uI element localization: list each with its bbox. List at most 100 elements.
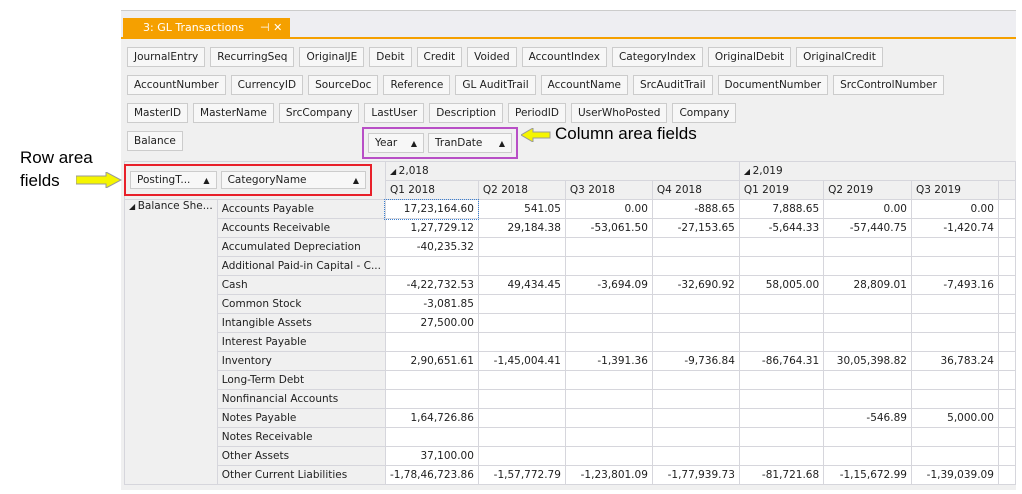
cell[interactable]	[477, 256, 566, 276]
cell[interactable]	[823, 446, 912, 466]
row-header[interactable]: Notes Receivable	[216, 427, 386, 447]
cell[interactable]	[997, 389, 1016, 409]
cell[interactable]	[651, 446, 740, 466]
cell[interactable]	[564, 427, 653, 447]
cell[interactable]: -3,081.85	[384, 294, 479, 314]
cell[interactable]	[651, 370, 740, 390]
cell[interactable]: 49,434.45	[477, 275, 566, 295]
cell[interactable]	[910, 294, 999, 314]
cell[interactable]: 29,184.38	[477, 218, 566, 238]
field-button[interactable]: CategoryName ▲	[220, 171, 366, 189]
sort-ascending-icon[interactable]: ▲	[411, 139, 417, 148]
cell[interactable]	[477, 389, 566, 409]
cell[interactable]: -7,493.16	[910, 275, 999, 295]
cell[interactable]	[384, 427, 479, 447]
cell[interactable]: 1,27,729.12	[384, 218, 479, 238]
cell[interactable]	[564, 237, 653, 257]
pin-icon[interactable]: ⊣	[260, 21, 270, 34]
cell[interactable]	[823, 237, 912, 257]
field-button[interactable]: Company	[672, 103, 737, 123]
row-header[interactable]: Other Assets	[216, 446, 386, 466]
field-button[interactable]: SrcAuditTrail	[633, 75, 713, 95]
row-header[interactable]: Inventory	[216, 351, 386, 371]
row-header[interactable]: Long-Term Debt	[216, 370, 386, 390]
cell[interactable]: -1,39,039.09	[910, 465, 999, 485]
field-button[interactable]: JournalEntry	[127, 47, 206, 67]
cell[interactable]	[651, 237, 740, 257]
cell[interactable]	[823, 294, 912, 314]
cell[interactable]: -40,235.32	[384, 237, 479, 257]
cell[interactable]	[910, 332, 999, 352]
field-button[interactable]: Year ▲	[368, 133, 424, 153]
collapse-icon[interactable]: ◢	[129, 202, 138, 211]
field-button[interactable]: UserWhoPosted	[570, 103, 668, 123]
field-button[interactable]: SourceDoc	[308, 75, 379, 95]
collapse-icon[interactable]: ◢	[744, 167, 753, 176]
cell[interactable]	[564, 389, 653, 409]
field-button[interactable]: AccountNumber	[127, 75, 226, 95]
cell[interactable]	[384, 332, 479, 352]
column-header[interactable]: Q3 2018	[564, 180, 653, 200]
field-button[interactable]: AccountIndex	[521, 47, 607, 67]
cell[interactable]	[997, 332, 1016, 352]
cell[interactable]	[564, 408, 653, 428]
cell[interactable]	[997, 199, 1016, 219]
cell[interactable]: 0.00	[564, 199, 653, 219]
cell[interactable]	[910, 389, 999, 409]
column-header[interactable]: Q4 2018	[651, 180, 740, 200]
cell[interactable]	[997, 446, 1016, 466]
row-group-header[interactable]: ◢ Balance She...	[124, 199, 218, 485]
cell[interactable]	[738, 237, 825, 257]
field-button[interactable]: PostingT... ▲	[130, 171, 217, 189]
cell[interactable]: 37,100.00	[384, 446, 479, 466]
cell[interactable]	[651, 332, 740, 352]
cell[interactable]: -27,153.65	[651, 218, 740, 238]
cell[interactable]: -5,644.33	[738, 218, 825, 238]
row-header[interactable]: Intangible Assets	[216, 313, 386, 333]
field-button[interactable]: OriginalCredit	[796, 47, 883, 67]
collapse-icon[interactable]: ◢	[390, 167, 399, 176]
column-header[interactable]: Q2 2019	[823, 180, 912, 200]
row-header[interactable]: Cash	[216, 275, 386, 295]
cell[interactable]: 0.00	[910, 199, 999, 219]
cell[interactable]: -3,694.09	[564, 275, 653, 295]
cell[interactable]: -86,764.31	[738, 351, 825, 371]
field-button[interactable]: MasterID	[127, 103, 189, 123]
cell[interactable]	[564, 256, 653, 276]
cell[interactable]: -53,061.50	[564, 218, 653, 238]
cell[interactable]	[477, 313, 566, 333]
cell[interactable]: 58,005.00	[738, 275, 825, 295]
cell[interactable]: -81,721.68	[738, 465, 825, 485]
cell[interactable]	[823, 370, 912, 390]
cell[interactable]	[823, 256, 912, 276]
cell[interactable]	[997, 237, 1016, 257]
field-button[interactable]: GL AuditTrail	[455, 75, 536, 95]
cell[interactable]: -57,440.75	[823, 218, 912, 238]
field-button[interactable]: TranDate ▲	[428, 133, 512, 153]
sort-ascending-icon[interactable]: ▲	[499, 139, 505, 148]
cell[interactable]: 7,888.65	[738, 199, 825, 219]
cell[interactable]: -1,57,772.79	[477, 465, 566, 485]
cell[interactable]	[910, 237, 999, 257]
field-button[interactable]: CategoryIndex	[611, 47, 703, 67]
cell[interactable]: -32,690.92	[651, 275, 740, 295]
cell[interactable]	[738, 313, 825, 333]
cell[interactable]: -888.65	[651, 199, 740, 219]
cell[interactable]: -1,391.36	[564, 351, 653, 371]
cell[interactable]	[997, 465, 1016, 485]
cell[interactable]	[564, 332, 653, 352]
field-button[interactable]: Reference	[383, 75, 451, 95]
cell[interactable]: -546.89	[823, 408, 912, 428]
cell[interactable]: 17,23,164.60	[384, 198, 480, 220]
cell[interactable]: -1,23,801.09	[564, 465, 653, 485]
cell[interactable]	[997, 408, 1016, 428]
cell[interactable]	[738, 389, 825, 409]
cell[interactable]	[477, 408, 566, 428]
cell[interactable]	[477, 294, 566, 314]
cell[interactable]	[564, 294, 653, 314]
tab-gl-transactions[interactable]: 3: GL Transactions ⊣ ✕	[123, 18, 291, 39]
cell[interactable]	[997, 218, 1016, 238]
cell[interactable]	[384, 370, 479, 390]
cell[interactable]	[997, 351, 1016, 371]
field-button[interactable]: OriginalDebit	[707, 47, 792, 67]
